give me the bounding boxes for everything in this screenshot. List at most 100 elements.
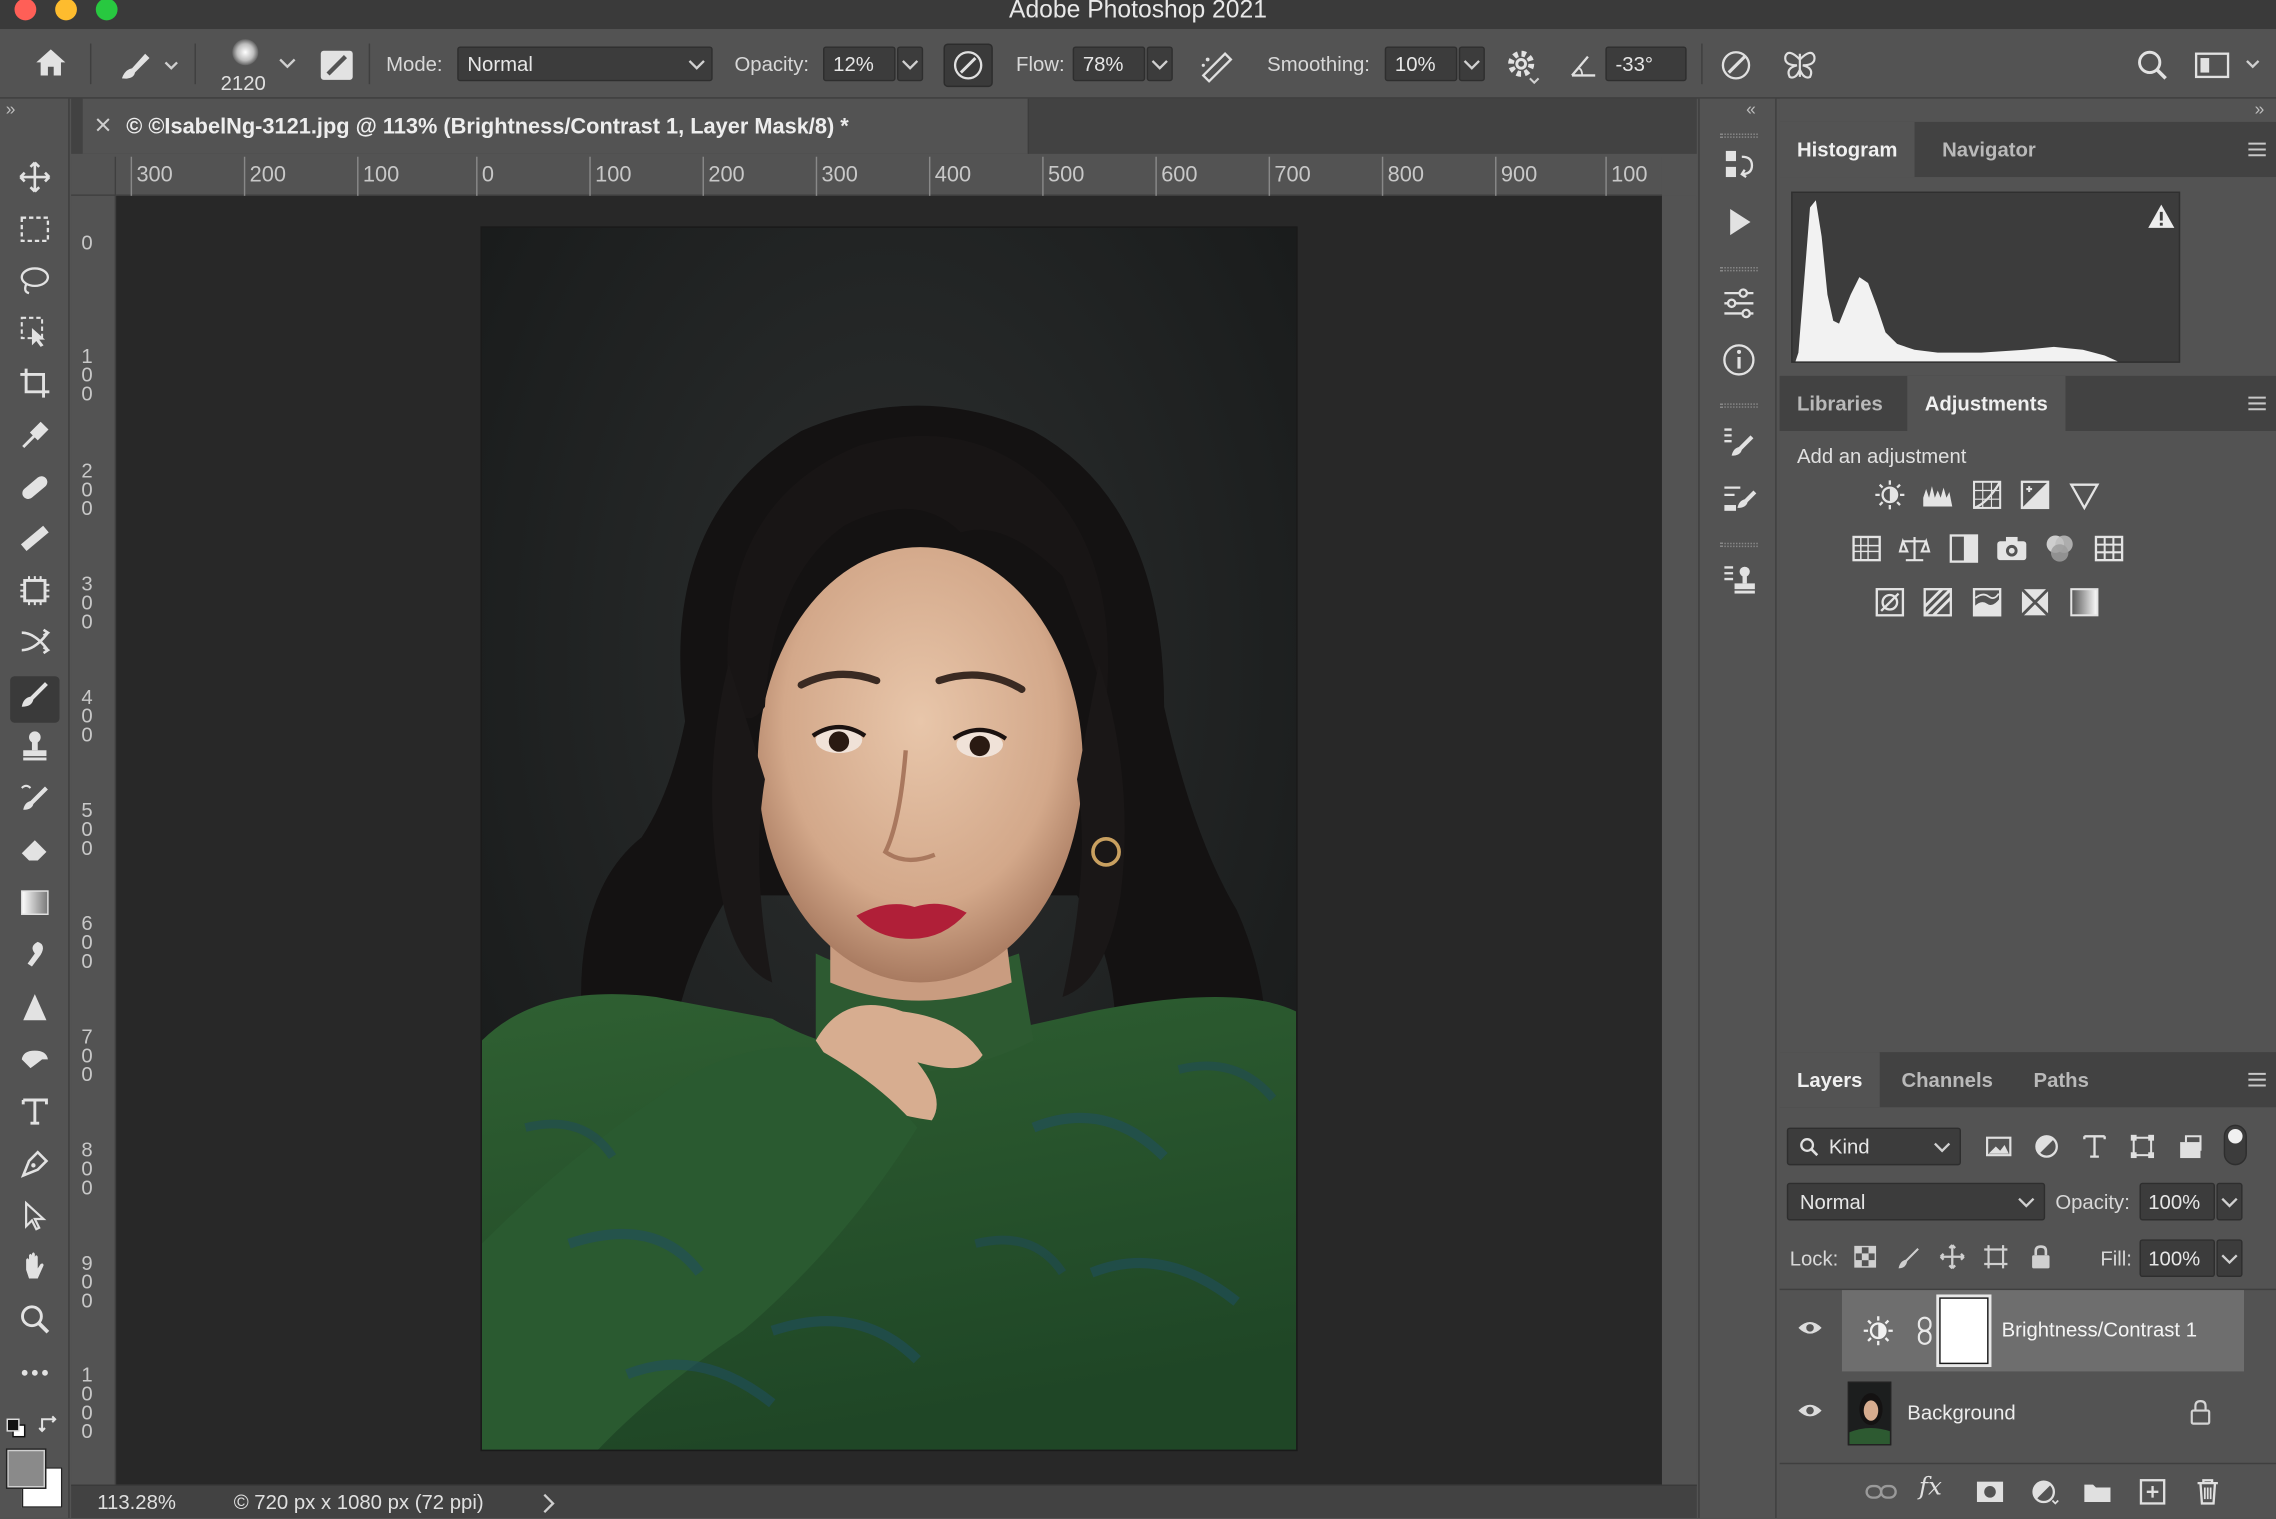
lock-image-pixels[interactable] bbox=[1896, 1244, 1925, 1273]
new-group-button[interactable] bbox=[2081, 1477, 2113, 1506]
lock-all[interactable] bbox=[2028, 1244, 2057, 1273]
pressure-opacity-toggle[interactable] bbox=[943, 43, 993, 88]
color-lookup-adjustment[interactable] bbox=[2090, 531, 2128, 569]
dock-grip[interactable] bbox=[1720, 403, 1758, 408]
vibrance-adjustment[interactable] bbox=[2065, 477, 2103, 515]
close-tab-button[interactable] bbox=[91, 112, 114, 141]
layer-row[interactable]: Brightness/Contrast 1 bbox=[1780, 1290, 2245, 1372]
link-mask-toggle[interactable] bbox=[1916, 1316, 1933, 1345]
collapse-arrows-icon[interactable]: » bbox=[6, 99, 16, 119]
zoom-tool[interactable] bbox=[10, 1302, 59, 1348]
info-panel-button[interactable] bbox=[1717, 341, 1761, 385]
edit-toolbar-button[interactable] bbox=[10, 1355, 59, 1401]
brush-tool[interactable] bbox=[10, 676, 60, 723]
marquee-tool[interactable] bbox=[10, 212, 59, 258]
channel-mixer-adjustment[interactable] bbox=[2041, 531, 2079, 569]
brush-settings-toggle[interactable] bbox=[316, 46, 357, 84]
hue-saturation-adjustment[interactable] bbox=[1848, 531, 1886, 569]
dock-grip[interactable] bbox=[1720, 267, 1758, 272]
lasso-tool[interactable] bbox=[10, 263, 59, 309]
layer-filter-select[interactable]: Kind bbox=[1786, 1127, 1961, 1166]
curves-adjustment[interactable] bbox=[1968, 477, 2006, 515]
actions-panel-button[interactable] bbox=[1717, 203, 1761, 247]
ruler-origin[interactable] bbox=[71, 156, 117, 196]
dodge-tool[interactable] bbox=[10, 1042, 59, 1088]
swap-colors-button[interactable] bbox=[38, 1412, 61, 1435]
brightness-contrast-adjustment[interactable] bbox=[1871, 477, 1909, 515]
tool-preset-picker[interactable] bbox=[116, 46, 180, 84]
document-tab[interactable]: © ©IsabelNg-3121.jpg @ 113% (Brightness/… bbox=[82, 98, 1030, 154]
lock-position[interactable] bbox=[1939, 1244, 1968, 1273]
crop-tool[interactable] bbox=[10, 366, 59, 412]
clone-source-panel-button[interactable] bbox=[1717, 560, 1761, 604]
smoothing-options-button[interactable] bbox=[1504, 46, 1542, 85]
sharpen-tool[interactable] bbox=[10, 990, 59, 1036]
black-white-adjustment[interactable] bbox=[1945, 531, 1983, 569]
pen-tool[interactable] bbox=[10, 1146, 59, 1192]
angle-input[interactable]: -33° bbox=[1605, 46, 1687, 82]
move-tool[interactable] bbox=[10, 160, 59, 206]
layer-opacity-dropdown[interactable] bbox=[2216, 1182, 2243, 1221]
default-colors-button[interactable] bbox=[6, 1413, 26, 1438]
eyedropper-tool[interactable] bbox=[10, 418, 59, 464]
opacity-dropdown[interactable] bbox=[897, 46, 924, 82]
brush-healing-tool[interactable] bbox=[10, 521, 59, 567]
object-selection-tool[interactable] bbox=[10, 313, 59, 359]
properties-panel-button[interactable] bbox=[1717, 284, 1761, 328]
filter-type-layers[interactable] bbox=[2079, 1130, 2111, 1162]
filter-adjustment-layers[interactable] bbox=[2031, 1130, 2063, 1162]
fill-dropdown[interactable] bbox=[2216, 1239, 2243, 1278]
brush-settings-panel-button[interactable] bbox=[1717, 424, 1761, 468]
home-button[interactable] bbox=[29, 44, 73, 85]
link-layers-button[interactable] bbox=[1864, 1477, 1899, 1506]
add-mask-button[interactable] bbox=[1974, 1477, 2006, 1506]
photo-filter-adjustment[interactable] bbox=[1993, 531, 2031, 569]
blur-tool[interactable] bbox=[10, 937, 59, 983]
spot-healing-tool[interactable] bbox=[10, 470, 59, 516]
content-aware-move-tool[interactable] bbox=[10, 624, 59, 670]
lock-transparent-pixels[interactable] bbox=[1852, 1244, 1881, 1273]
selective-color-adjustment[interactable] bbox=[2016, 585, 2054, 623]
filter-shape-layers[interactable] bbox=[2126, 1130, 2158, 1162]
lock-artboard[interactable] bbox=[1983, 1244, 2012, 1273]
layer-style-button[interactable]: fx bbox=[1919, 1473, 1942, 1502]
vertical-scrollbar[interactable] bbox=[1661, 195, 1697, 1485]
opacity-input[interactable]: 12% bbox=[823, 46, 896, 82]
clone-stamp-tool[interactable] bbox=[10, 729, 59, 775]
tab-channels[interactable]: Channels bbox=[1884, 1052, 2010, 1107]
filter-smart-objects[interactable] bbox=[2174, 1130, 2206, 1162]
type-tool[interactable] bbox=[10, 1094, 59, 1140]
delete-layer-button[interactable] bbox=[2192, 1476, 2224, 1508]
tool-presets-panel-button[interactable] bbox=[1717, 479, 1761, 523]
tab-navigator[interactable]: Navigator bbox=[1925, 122, 2054, 177]
filter-pixel-layers[interactable] bbox=[1983, 1130, 2015, 1162]
gradient-map-adjustment[interactable] bbox=[2065, 585, 2103, 623]
status-menu-button[interactable] bbox=[541, 1489, 556, 1519]
new-adjustment-layer-button[interactable] bbox=[2029, 1477, 2061, 1506]
path-selection-tool[interactable] bbox=[10, 1199, 59, 1245]
smoothing-dropdown[interactable] bbox=[1458, 46, 1485, 82]
horizontal-ruler[interactable]: 300 200 100 0 100 200 300 400 500 600 700 800 900 100 bbox=[116, 156, 1662, 196]
panel-menu-button[interactable] bbox=[2247, 139, 2267, 162]
zoom-level[interactable]: 113.28% bbox=[97, 1490, 176, 1513]
panel-menu-button[interactable] bbox=[2247, 393, 2267, 416]
layer-visibility-toggle[interactable] bbox=[1794, 1400, 1826, 1426]
color-balance-adjustment[interactable] bbox=[1896, 531, 1934, 569]
eraser-tool[interactable] bbox=[10, 832, 59, 878]
posterize-adjustment[interactable] bbox=[1919, 585, 1957, 623]
cache-warning-icon[interactable] bbox=[2147, 202, 2176, 231]
threshold-adjustment[interactable] bbox=[1968, 585, 2006, 623]
flow-dropdown[interactable] bbox=[1146, 46, 1173, 82]
tab-layers[interactable]: Layers bbox=[1779, 1052, 1880, 1108]
layer-opacity-input[interactable]: 100% bbox=[2139, 1182, 2215, 1221]
vertical-ruler[interactable]: 01002003004005006007008009001000 bbox=[71, 195, 117, 1485]
new-layer-button[interactable] bbox=[2137, 1477, 2169, 1506]
hand-tool[interactable] bbox=[10, 1249, 59, 1295]
airbrush-toggle[interactable] bbox=[1196, 46, 1240, 84]
history-brush-tool[interactable] bbox=[10, 781, 59, 827]
dock-grip[interactable] bbox=[1720, 542, 1758, 548]
smoothing-input[interactable]: 10% bbox=[1384, 46, 1458, 82]
tab-libraries[interactable]: Libraries bbox=[1780, 376, 1901, 431]
tab-adjustments[interactable]: Adjustments bbox=[1907, 375, 2066, 432]
layer-row[interactable]: Background bbox=[1780, 1373, 2244, 1454]
